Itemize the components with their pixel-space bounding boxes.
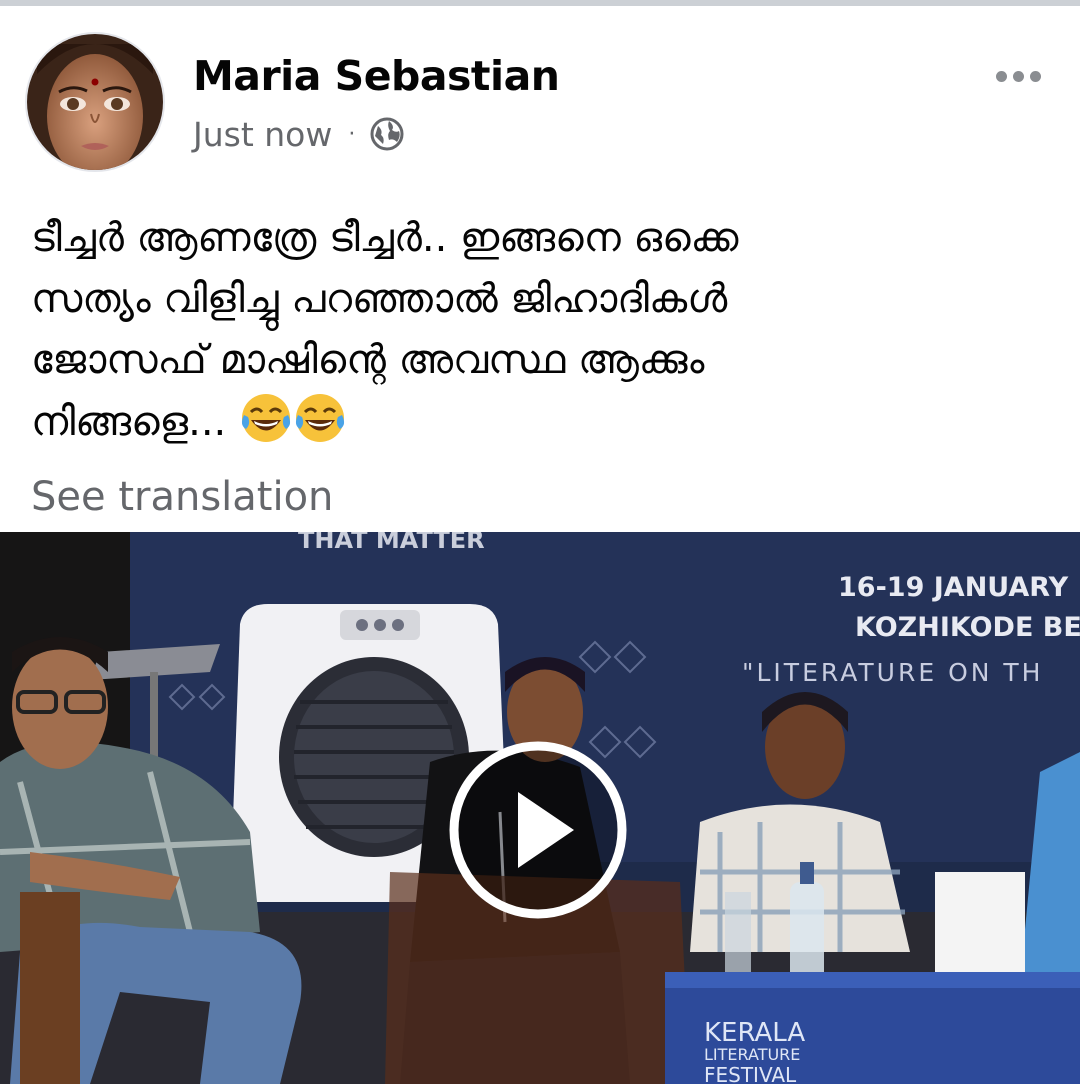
post-timestamp[interactable]: Just now	[193, 115, 332, 154]
globe-icon[interactable]	[369, 116, 405, 152]
laughing-emoji-icon	[293, 391, 347, 445]
avatar-image	[27, 34, 163, 170]
top-divider	[0, 0, 1080, 6]
laughing-emoji-icon	[239, 391, 293, 445]
post-text-line: ജോസഫ് മാഷിന്റെ അവസ്ഥ ആക്കും	[31, 337, 705, 383]
banner-tagline-text: "LITERATURE ON TH	[742, 658, 1044, 687]
festival-logo-line: LITERATURE	[704, 1045, 801, 1064]
video-player[interactable]: THAT MATTER 16-19 JANUARY KOZHIKODE BE "…	[0, 532, 1080, 1084]
post-text-last-line: നിങ്ങളെ...	[31, 391, 1051, 453]
profile-avatar[interactable]	[25, 32, 165, 172]
meta-separator: ·	[348, 121, 356, 147]
banner-location-text: KOZHIKODE BE	[855, 612, 1080, 643]
post-text-line: ടീച്ചർ ആണത്രേ ടീച്ചർ.. ഇങ്ങനെ ഒക്കെ	[31, 215, 739, 261]
play-icon[interactable]	[448, 740, 628, 920]
banner-dates-text: 16-19 JANUARY	[838, 572, 1069, 603]
banner-top-text: THAT MATTER	[298, 532, 485, 554]
post-text-line: സത്യം വിളിച്ചു പറഞ്ഞാൽ ജിഹാദികൾ	[31, 276, 728, 322]
post-body: ടീച്ചർ ആണത്രേ ടീച്ചർ.. ഇങ്ങനെ ഒക്കെ സത്യ…	[31, 208, 1051, 453]
festival-logo-line: FESTIVAL	[704, 1063, 797, 1084]
see-translation-link[interactable]: See translation	[31, 474, 333, 520]
more-options-icon[interactable]	[996, 62, 1056, 90]
post-text-line: നിങ്ങളെ...	[31, 399, 227, 445]
author-name[interactable]: Maria Sebastian	[193, 52, 560, 100]
post-meta: Just now ·	[193, 112, 405, 156]
festival-logo-line: KERALA	[704, 1018, 806, 1048]
